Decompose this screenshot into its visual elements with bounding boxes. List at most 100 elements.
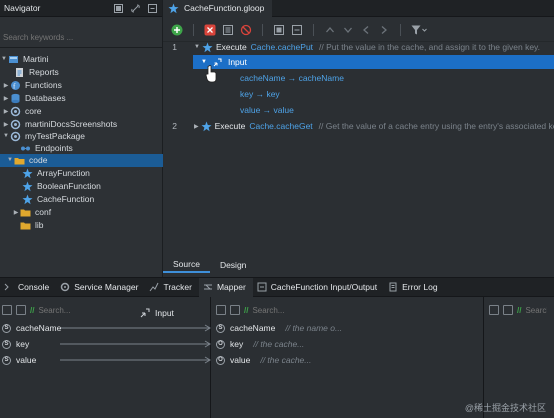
chevron-right-icon[interactable]: ▶: [2, 121, 10, 128]
tree-item-label: CacheFunction: [37, 194, 95, 205]
field-name: value: [230, 355, 251, 365]
move-right-icon[interactable]: [378, 24, 390, 36]
editor-toolbar: [163, 19, 554, 41]
tree-item-martinidocsscreenshots[interactable]: ▶ martiniDocsScreenshots: [0, 118, 163, 131]
tree-item-databases[interactable]: ▶ Databases: [0, 92, 163, 105]
move-up-icon[interactable]: [324, 24, 336, 36]
object-type-icon: O: [216, 339, 225, 349]
filter-dropdown-icon[interactable]: [411, 24, 427, 36]
chevron-down-icon[interactable]: ▼: [6, 157, 14, 163]
cursor-icon: [205, 65, 219, 83]
chevron-right-icon[interactable]: ▶: [2, 82, 10, 89]
run-icon[interactable]: [171, 24, 183, 36]
field-name: value: [16, 355, 37, 365]
tree-item-code[interactable]: ▼ code: [0, 154, 163, 167]
editor-tab-label: CacheFunction.gloop: [184, 3, 265, 13]
tree-item-label: lib: [35, 220, 44, 231]
package-icon: [10, 119, 21, 130]
code-line-1[interactable]: ▼ Execute Cache.cachePut // Put the valu…: [194, 40, 540, 54]
gloop-service-icon: [22, 181, 33, 192]
tree-item-label: core: [25, 106, 42, 117]
gloop-service-icon: [22, 194, 33, 205]
chevron-down-icon[interactable]: ▼: [0, 56, 8, 62]
list-icon[interactable]: [222, 24, 234, 36]
tree-item-label: conf: [35, 207, 52, 218]
execute-keyword: Execute: [215, 42, 247, 52]
tree-item-conf[interactable]: ▶ conf: [0, 206, 163, 219]
editor-tab-strip: CacheFunction.gloop: [163, 0, 554, 17]
link-icon[interactable]: [130, 3, 141, 14]
output-field-key[interactable]: O key // the cache...: [216, 338, 304, 350]
code-line-2[interactable]: ▶ Execute Cache.cacheGet // Get the valu…: [194, 119, 554, 133]
tree-item-label: code: [29, 155, 48, 166]
expand-icon[interactable]: [273, 24, 285, 36]
gloop-service-icon: [22, 168, 33, 179]
tree-item-arrayfunction[interactable]: ArrayFunction: [0, 167, 163, 180]
tree-item-label: Functions: [25, 80, 62, 91]
tree-item-label: myTestPackage: [25, 131, 85, 142]
string-type-icon: S: [2, 339, 11, 349]
input-label: Input: [227, 57, 247, 67]
tree-item-core[interactable]: ▶ core: [0, 105, 163, 118]
input-field-key[interactable]: S key: [2, 338, 29, 350]
object-type-icon: O: [216, 355, 225, 365]
input-row[interactable]: ▼ Input: [193, 55, 554, 69]
mapping-line[interactable]: value → value: [240, 104, 294, 116]
navigator-header: Navigator: [0, 0, 162, 17]
navigator-panel: Navigator ▼ Martini Reports ▶ f Function…: [0, 0, 163, 277]
gloop-service-icon: [201, 121, 212, 132]
tree-item-functions[interactable]: ▶ f Functions: [0, 79, 163, 92]
tree-item-label: Databases: [25, 93, 66, 104]
toolbar-separator: [400, 24, 401, 36]
field-comment: // the name o...: [285, 323, 343, 333]
tree-item-reports[interactable]: Reports: [0, 66, 163, 79]
chevron-down-icon[interactable]: ▼: [2, 133, 10, 139]
tree-item-label: Martini: [23, 54, 49, 65]
output-field-cachename[interactable]: S cacheName // the name o...: [216, 322, 342, 334]
tree-item-lib[interactable]: lib: [0, 219, 163, 232]
mapping-line[interactable]: key → key: [240, 88, 280, 100]
chevron-right-icon[interactable]: ▶: [2, 95, 10, 102]
service-name[interactable]: Cache.cacheGet: [249, 121, 312, 131]
tree-item-martini[interactable]: ▼ Martini: [0, 53, 163, 66]
tree-item-booleanfunction[interactable]: BooleanFunction: [0, 180, 163, 193]
line-comment: // Put the value in the cache, and assig…: [319, 42, 541, 52]
collapse-all-icon[interactable]: [147, 3, 158, 14]
delete-icon[interactable]: [204, 24, 216, 36]
input-field-cachename[interactable]: S cacheName: [2, 322, 61, 334]
service-name[interactable]: Cache.cachePut: [251, 42, 313, 52]
field-comment: // the cache...: [260, 355, 312, 365]
mapping-line[interactable]: cacheName → cacheName: [240, 72, 344, 84]
package-icon: [10, 106, 21, 117]
field-name: cacheName: [230, 323, 276, 333]
output-field-value[interactable]: O value // the cache...: [216, 354, 311, 366]
chevron-right-icon[interactable]: ▶: [194, 123, 199, 130]
editor-panel: CacheFunction.gloop 1 ▼ Execute Cache.ca…: [163, 0, 554, 277]
line-number: 1: [172, 42, 177, 52]
editor-view-tabs: Source Design: [163, 257, 256, 273]
toolbar-separator: [193, 24, 194, 36]
string-type-icon: S: [2, 355, 11, 365]
report-icon: [14, 67, 25, 78]
collapse-icon[interactable]: [291, 24, 303, 36]
navigator-search-input[interactable]: [3, 30, 160, 44]
tree-item-endpoints[interactable]: Endpoints: [0, 142, 163, 155]
move-left-icon[interactable]: [360, 24, 372, 36]
folder-icon: [20, 207, 31, 218]
tree-item-cachefunction[interactable]: CacheFunction: [0, 193, 163, 206]
tree-item-mytestpackage[interactable]: ▼ myTestPackage: [0, 130, 163, 143]
toolbar-separator: [313, 24, 314, 36]
line-comment: // Get the value of a cache entry using …: [318, 121, 554, 131]
chevron-right-icon[interactable]: ▶: [12, 209, 20, 216]
input-field-value[interactable]: S value: [2, 354, 36, 366]
disable-icon[interactable]: [240, 24, 252, 36]
chevron-right-icon[interactable]: ▶: [2, 108, 10, 115]
editor-tab-cachefunction[interactable]: CacheFunction.gloop: [163, 0, 273, 17]
chevron-down-icon[interactable]: ▼: [194, 44, 200, 50]
move-down-icon[interactable]: [342, 24, 354, 36]
watermark: @稀土掘金技术社区: [464, 403, 546, 413]
minimize-icon[interactable]: [113, 3, 124, 14]
tree-item-label: ArrayFunction: [37, 168, 90, 179]
tab-source[interactable]: Source: [163, 257, 210, 273]
tab-design[interactable]: Design: [210, 257, 256, 273]
